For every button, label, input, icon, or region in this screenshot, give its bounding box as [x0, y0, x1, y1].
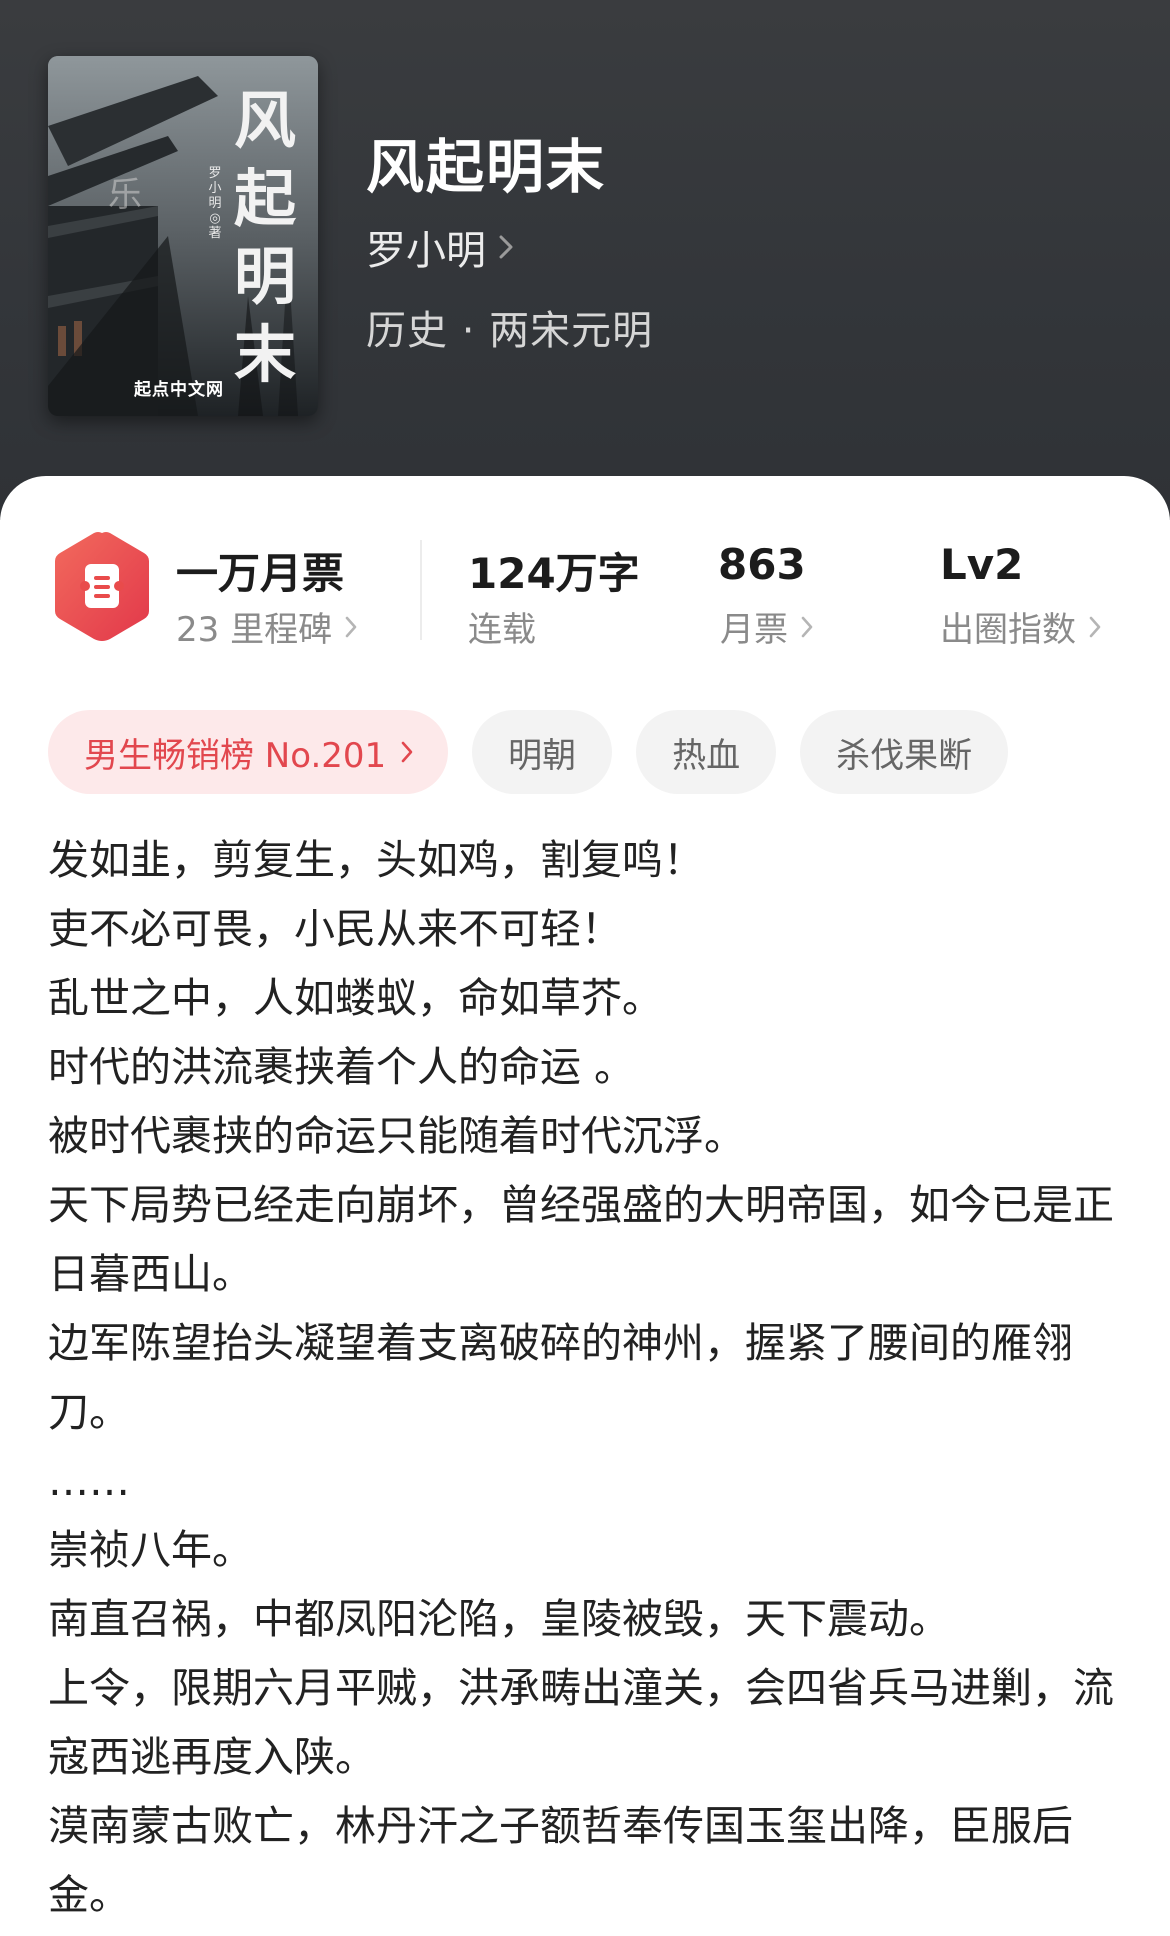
- breakout-level: Lv2: [940, 540, 1024, 589]
- synopsis-line: 被时代裹挟的命运只能随着时代沉浮。: [48, 1112, 745, 1160]
- chevron-right-icon: [345, 616, 357, 637]
- breakout-index-link[interactable]: 出圈指数: [940, 602, 1102, 651]
- synopsis-line: 上令，限期六月平贼，洪承畴出潼关，会四省兵马进剿，流寇西逃再度入陕。: [48, 1664, 1114, 1781]
- cover-title: 风 起 明 末: [233, 84, 296, 391]
- monthly-ticket-milestone: 一万月票: [176, 549, 345, 598]
- svg-text:乐: 乐: [108, 175, 142, 215]
- milestone-count: 23 里程碑: [176, 610, 333, 650]
- chevron-right-icon: [401, 741, 413, 763]
- synopsis-line: 天下局势已经走向崩坏，曾经强盛的大明帝国，如今已是正日暮西山。: [48, 1181, 1114, 1298]
- stats-divider: [420, 540, 422, 640]
- tag-passionate[interactable]: 热血: [636, 710, 777, 794]
- milestone-link[interactable]: 23 里程碑: [176, 602, 358, 651]
- tag-row: 男生畅销榜 No.201 明朝 热血 杀伐果断: [48, 710, 1032, 794]
- book-header: 乐 风 起 明 末 罗小明 ◎ 著 起点中文网 风起明末 罗小明 历史 · 两宋…: [0, 0, 1170, 520]
- synopsis-line: 崇祯八年。: [48, 1526, 253, 1574]
- author-name: 罗小明: [366, 228, 486, 274]
- monthly-ticket-link[interactable]: 月票: [720, 602, 814, 651]
- hexagon-ticket-icon[interactable]: [52, 530, 152, 642]
- cover-publisher-logo: 起点中文网: [134, 380, 224, 400]
- book-genre[interactable]: 历史 · 两宋元明: [366, 298, 653, 356]
- ranking-tag-label: 男生畅销榜 No.201: [84, 735, 387, 776]
- synopsis-line: 乱世之中，人如蝼蚁，命如草芥。: [48, 974, 663, 1022]
- book-title: 风起明末: [366, 133, 607, 201]
- book-cover-image[interactable]: 乐 风 起 明 末 罗小明 ◎ 著 起点中文网: [48, 56, 318, 416]
- synopsis-line: 发如韭，剪复生，头如鸡，割复鸣！: [48, 836, 704, 884]
- ranking-tag[interactable]: 男生畅销榜 No.201: [48, 710, 449, 794]
- breakout-index-label: 出圈指数: [940, 610, 1076, 650]
- synopsis-line: 吏不必可畏，小民从来不可轻！: [48, 905, 622, 953]
- synopsis-line: ……: [48, 1457, 130, 1505]
- synopsis-line: 南直召祸，中都凤阳沦陷，皇陵被毁，天下震动。: [48, 1595, 950, 1643]
- tag-decisive[interactable]: 杀伐果断: [800, 710, 1009, 794]
- monthly-ticket-count: 863: [718, 540, 806, 589]
- book-synopsis[interactable]: 发如韭，剪复生，头如鸡，割复鸣！ 吏不必可畏，小民从来不可轻！ 乱世之中，人如蝼…: [48, 826, 1128, 1930]
- chevron-right-icon: [801, 616, 813, 637]
- author-link[interactable]: 罗小明: [366, 218, 514, 276]
- serial-status: 连载: [468, 602, 536, 651]
- word-count: 124万字: [468, 549, 640, 598]
- book-detail-card: 一万月票 23 里程碑 124万字 连载 863 月票 Lv2 出圈指数 男生畅…: [0, 476, 1170, 1936]
- synopsis-line: 边军陈望抬头凝望着支离破碎的神州，握紧了腰间的雁翎刀。: [48, 1319, 1073, 1436]
- chevron-right-icon: [1089, 616, 1101, 637]
- tag-ming-dynasty[interactable]: 明朝: [472, 710, 613, 794]
- monthly-ticket-label: 月票: [720, 610, 788, 650]
- serial-status-label: 连载: [468, 610, 536, 650]
- synopsis-line: 漠南蒙古败亡，林丹汗之子额哲奉传国玉玺出降，臣服后金。: [48, 1802, 1073, 1919]
- chevron-right-icon: [499, 235, 513, 259]
- synopsis-line: 时代的洪流裹挟着个人的命运 。: [48, 1043, 636, 1091]
- cover-author: 罗小明 ◎ 著: [208, 166, 222, 241]
- stats-row: 一万月票 23 里程碑 124万字 连载 863 月票 Lv2 出圈指数: [0, 530, 1170, 650]
